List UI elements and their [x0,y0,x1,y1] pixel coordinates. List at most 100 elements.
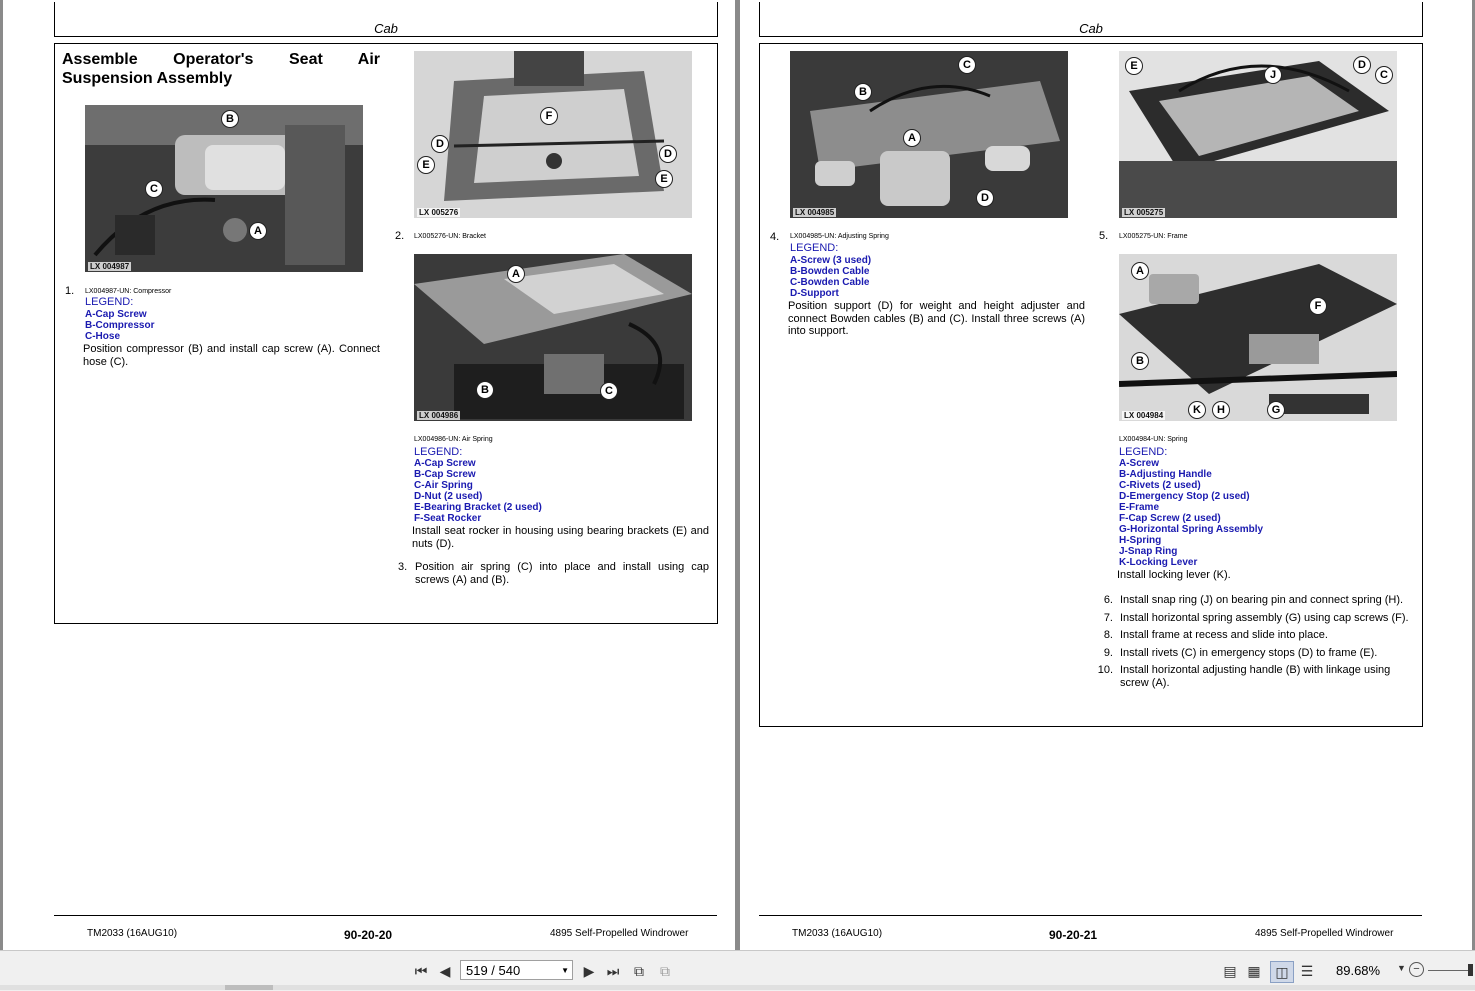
footer-doc-id: TM2033 (16AUG10) [792,928,883,939]
figure-caption: LX004985-UN: Adjusting Spring [790,233,889,240]
step-item: 6. Install snap ring (J) on bearing pin a… [1095,594,1415,607]
zoom-out-icon[interactable]: − [1409,962,1424,977]
legend-item: D-Support [790,288,839,299]
first-page-icon[interactable]: ⏮ [412,961,430,981]
page-number-input[interactable]: 519 / 540 ▼ [460,960,573,980]
step-number: 8. [1103,629,1113,641]
zoom-slider-handle[interactable] [1468,964,1473,976]
legend-item: F-Seat Rocker [414,513,482,524]
step-item: 10. Install horizontal adjusting handle (… [1095,664,1415,689]
zoom-slider[interactable] [1428,970,1473,971]
bracket-drawing [414,51,692,218]
legend-list: A-Cap Screw B-Compressor C-Hose [85,309,154,342]
callout-j: J [1264,66,1282,84]
step-text: Install rivets (C) in emergency stops (D… [1120,646,1378,659]
step-text: Install seat rocker in housing using bea… [412,525,709,550]
callout-c: C [958,56,976,74]
single-page-view-icon[interactable]: ▤ [1221,961,1239,981]
legend-item: C-Hose [85,331,121,342]
compressor-drawing [85,105,363,272]
step-list: 6. Install snap ring (J) on bearing pin a… [1095,594,1415,694]
step-text: Install frame at recess and slide into p… [1120,629,1328,641]
callout-b: B [854,83,872,101]
legend-list: A-Screw (3 used) B-Bowden Cable C-Bowden… [790,255,871,299]
previous-page-icon[interactable]: ◀ [436,961,454,981]
step-number: 6. [1103,594,1113,606]
step-number: 7. [1103,611,1113,624]
callout-e: E [417,156,435,174]
callout-e: E [1125,57,1143,75]
last-page-icon[interactable]: ⏭ [604,961,622,981]
bracket-figure: F D D E E LX 005276 [414,51,692,218]
next-page-icon[interactable]: ▶ [580,961,598,981]
callout-g: G [1267,401,1285,419]
legend-heading: LEGEND: [414,446,463,458]
facing-view-icon[interactable]: ◫ [1270,961,1294,983]
figure-code: LX 004985 [793,208,837,217]
horizontal-scrollbar[interactable] [0,985,1475,990]
legend-item: A-Screw (3 used) [790,255,872,266]
legend-item: D-Emergency Stop (2 used) [1119,491,1250,502]
legend-list: A-Cap Screw B-Cap Screw C-Air Spring D-N… [414,458,542,524]
callout-f: F [1309,297,1327,315]
step-text: Position support (D) for weight and heig… [788,300,1085,337]
step-text: Install snap ring (J) on bearing pin and… [1120,594,1404,606]
legend-item: C-Air Spring [414,480,473,491]
go-back-view-icon[interactable]: ⧉ [630,961,648,981]
footer-product: 4895 Self-Propelled Windrower [1255,928,1394,939]
legend-item: E-Bearing Bracket (2 used) [414,502,542,513]
adjusting-spring-figure: C B A D LX 004985 [790,51,1068,218]
spring-figure: A F B K H G LX 004984 [1119,254,1397,421]
page-number-value: 519 / 540 [466,963,521,978]
legend-item: K-Locking Lever [1119,557,1198,568]
figure-caption: LX004986-UN: Air Spring [414,436,493,443]
step-number: 2. [395,230,405,242]
legend-item: B-Adjusting Handle [1119,469,1212,480]
step-text: Install horizontal spring assembly (G) u… [1120,611,1409,624]
page-header: Cab [1079,21,1103,36]
page-title: Assemble Operator's Seat Air Suspension … [62,51,380,87]
callout-d: D [1353,56,1371,74]
figure-code: LX 005276 [417,208,461,217]
figure-code: LX 004987 [88,262,132,271]
legend-heading: LEGEND: [85,296,134,308]
legend-item: G-Horizontal Spring Assembly [1119,524,1264,535]
callout-a: A [1131,262,1149,280]
continuous-view-icon[interactable]: ▦ [1245,961,1263,981]
step-number: 10. [1097,664,1113,676]
chevron-down-icon[interactable]: ▼ [561,961,569,981]
header-box: Cab [54,2,718,37]
legend-item: E-Frame [1119,502,1160,513]
step-item: 7. Install horizontal spring assembly (G)… [1095,612,1415,625]
frame-drawing [1119,51,1397,218]
footer-rule [54,915,717,916]
figure-code: LX 004984 [1122,411,1166,420]
callout-d: D [659,145,677,163]
callout-b: B [221,110,239,128]
legend-heading: LEGEND: [790,242,839,254]
zoom-level[interactable]: 89.68% [1336,963,1380,978]
step-text: Position compressor (B) and install cap … [83,343,380,368]
step-number: 3. [398,561,408,573]
header-box: Cab [759,2,1423,37]
legend-item: A-Screw [1119,458,1160,469]
scrollbar-thumb[interactable] [225,985,273,990]
figure-code: LX 005275 [1122,208,1166,217]
legend-item: C-Bowden Cable [790,277,870,288]
continuous-facing-view-icon[interactable]: ☰ [1298,961,1316,981]
callout-h: H [1212,401,1230,419]
left-page: Cab Assemble Operator's Seat Air Suspens… [3,0,735,950]
footer-rule [759,915,1422,916]
legend-item: H-Spring [1119,535,1162,546]
go-forward-view-icon[interactable]: ⧉ [656,961,674,981]
adjusting-spring-drawing [790,51,1068,218]
air-spring-drawing [414,254,692,421]
chevron-down-icon[interactable]: ▼ [1397,963,1406,973]
callout-d: D [431,135,449,153]
right-page: Cab C B A D LX 004985 4. LX004985-UN: Ad… [740,0,1472,950]
step-text: Position air spring (C) into place and i… [415,561,709,586]
step-item: 8. Install frame at recess and slide into… [1095,629,1415,642]
figure-caption: LX005276-UN: Bracket [414,233,486,240]
legend-item: A-Cap Screw [414,458,476,469]
step-number: 4. [770,231,780,243]
